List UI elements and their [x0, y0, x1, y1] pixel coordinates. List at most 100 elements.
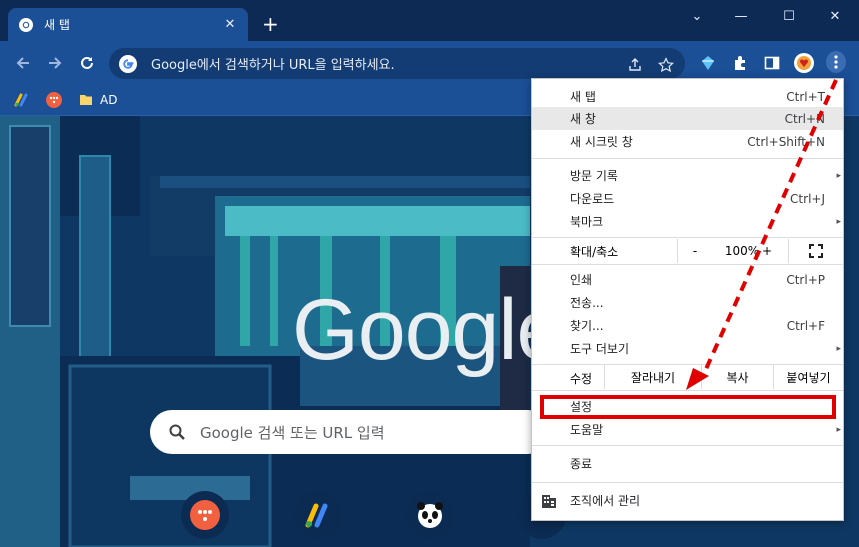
menu-item-label: 종료: [570, 457, 593, 471]
chrome-menu: 새 탭 Ctrl+T 새 창 Ctrl+N 새 시크릿 창 Ctrl+Shift…: [531, 78, 844, 521]
menu-item-shortcut: Ctrl+P: [786, 272, 825, 287]
menu-item-label: 전송...: [570, 296, 604, 310]
building-icon: [542, 494, 556, 508]
menu-divider: [532, 264, 843, 265]
close-window-button[interactable]: ✕: [820, 6, 850, 26]
adsense-icon: [305, 503, 328, 528]
search-placeholder: Google 검색 또는 URL 입력: [200, 423, 385, 442]
menu-item-label: 도구 더보기: [570, 342, 630, 356]
menu-item-new-window[interactable]: 새 창 Ctrl+N: [532, 107, 843, 130]
tab-new-tab[interactable]: 새 탭 ✕: [8, 8, 248, 41]
menu-item-downloads[interactable]: 다운로드 Ctrl+J: [532, 187, 843, 210]
menu-item-bookmarks[interactable]: 북마크 ▸: [532, 210, 843, 233]
fullscreen-icon: [809, 244, 823, 258]
zoom-label: 확대/축소: [570, 245, 619, 259]
shortcut-panda[interactable]: [406, 491, 454, 539]
shortcut-adsense[interactable]: [294, 491, 342, 539]
tistory-icon: [46, 92, 62, 108]
search-input[interactable]: Google 검색 또는 URL 입력: [150, 410, 550, 454]
menu-item-label: 인쇄: [570, 273, 593, 287]
submenu-arrow-icon: ▸: [836, 424, 841, 435]
shortcut-tistory[interactable]: [181, 491, 229, 539]
settings-highlight-box: [540, 395, 836, 419]
extensions-puzzle-icon[interactable]: [730, 53, 750, 73]
menu-item-label: 찾기...: [570, 319, 604, 333]
tab-close-icon[interactable]: ✕: [222, 17, 238, 32]
forward-arrow-icon: [49, 57, 62, 69]
side-panel-icon[interactable]: [762, 53, 782, 73]
three-dots-icon: [834, 55, 838, 69]
menu-item-label: 도움말: [570, 423, 604, 437]
menu-item-shortcut: Ctrl+N: [784, 111, 825, 126]
zoom-out-button[interactable]: -: [677, 239, 712, 263]
menu-item-label: 방문 기록: [570, 169, 618, 183]
menu-item-history[interactable]: 방문 기록 ▸: [532, 164, 843, 187]
submenu-arrow-icon: ▸: [836, 170, 841, 181]
panda-icon: [417, 502, 443, 528]
edit-label: 수정: [570, 372, 593, 386]
minimize-button[interactable]: —: [726, 6, 756, 26]
search-icon: [169, 424, 185, 440]
maximize-button[interactable]: ☐: [774, 6, 804, 26]
menu-divider: [532, 482, 843, 483]
menu-item-label: 북마크: [570, 215, 604, 229]
menu-item-label: 새 창: [570, 112, 596, 126]
menu-item-exit[interactable]: 종료: [532, 452, 843, 475]
chrome-menu-button[interactable]: [826, 51, 846, 73]
zoom-in-button[interactable]: +: [752, 239, 782, 263]
menu-divider: [532, 390, 843, 391]
tab-title: 새 탭: [44, 18, 70, 32]
menu-divider: [532, 445, 843, 446]
address-bar-placeholder: Google에서 검색하거나 URL을 입력하세요.: [151, 58, 395, 73]
fullscreen-button[interactable]: [788, 239, 843, 263]
back-button[interactable]: [12, 52, 34, 74]
bookmark-folder-ad[interactable]: AD: [78, 92, 117, 108]
menu-item-label: 조직에서 관리: [570, 494, 641, 508]
chrome-icon: [19, 17, 33, 32]
menu-item-label: 새 시크릿 창: [570, 135, 633, 149]
adsense-icon: [14, 93, 28, 107]
menu-item-new-incognito-window[interactable]: 새 시크릿 창 Ctrl+Shift+N: [532, 130, 843, 153]
cut-button[interactable]: 잘라내기: [604, 365, 701, 389]
menu-zoom-row: 확대/축소 - 100% +: [532, 239, 843, 263]
bookmark-label: AD: [100, 93, 118, 107]
reload-icon: [81, 56, 93, 69]
bookmark-tistory[interactable]: [46, 92, 68, 108]
menu-divider: [532, 237, 843, 238]
bookmark-adsense[interactable]: [14, 92, 36, 108]
menu-item-more-tools[interactable]: 도구 더보기 ▸: [532, 337, 843, 360]
submenu-arrow-icon: ▸: [836, 216, 841, 227]
forward-button[interactable]: [44, 52, 66, 74]
menu-item-shortcut: Ctrl+T: [786, 89, 825, 104]
submenu-arrow-icon: ▸: [836, 343, 841, 354]
tab-search-chevron-icon[interactable]: ⌄: [682, 6, 712, 26]
reload-button[interactable]: [76, 52, 98, 74]
tab-strip: 새 탭 ✕ + ⌄ — ☐ ✕: [0, 0, 859, 41]
menu-item-find[interactable]: 찾기... Ctrl+F: [532, 314, 843, 337]
menu-item-shortcut: Ctrl+F: [786, 318, 825, 333]
menu-item-label: 다운로드: [570, 192, 615, 206]
google-logo: Google: [292, 282, 564, 378]
menu-item-shortcut: Ctrl+J: [790, 191, 825, 206]
menu-item-cast[interactable]: 전송...: [532, 291, 843, 314]
menu-item-managed-by-org[interactable]: 조직에서 관리: [532, 489, 843, 512]
extension-diamond-icon[interactable]: [698, 53, 718, 73]
menu-divider: [532, 158, 843, 159]
profile-avatar[interactable]: [794, 53, 814, 73]
google-g-icon: [119, 54, 137, 73]
bookmark-star-icon[interactable]: [656, 55, 676, 75]
paste-button[interactable]: 붙여넣기: [773, 365, 843, 389]
menu-item-print[interactable]: 인쇄 Ctrl+P: [532, 268, 843, 291]
menu-item-help[interactable]: 도움말 ▸: [532, 418, 843, 441]
menu-item-new-tab[interactable]: 새 탭 Ctrl+T: [532, 85, 843, 108]
new-tab-button[interactable]: +: [262, 14, 279, 34]
address-bar[interactable]: Google에서 검색하거나 URL을 입력하세요.: [109, 48, 685, 79]
menu-edit-row: 수정 잘라내기 복사 붙여넣기: [532, 365, 843, 389]
menu-item-label: 새 탭: [570, 90, 596, 104]
menu-item-shortcut: Ctrl+Shift+N: [747, 134, 825, 149]
folder-icon: [80, 95, 92, 105]
back-arrow-icon: [16, 57, 29, 69]
copy-button[interactable]: 복사: [701, 365, 773, 389]
tistory-icon: [190, 500, 220, 530]
share-icon[interactable]: [625, 55, 645, 75]
